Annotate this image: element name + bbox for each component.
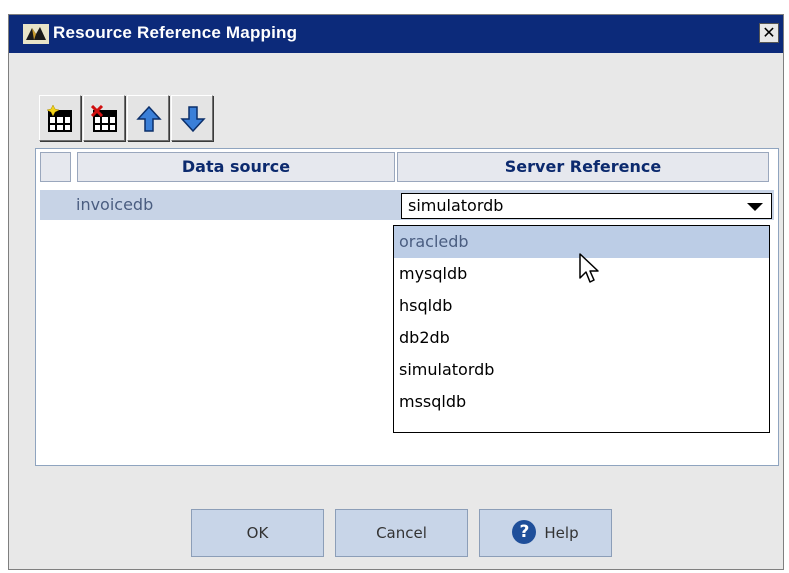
help-button-label: Help [544,524,579,542]
data-source-cell: invoicedb [76,195,154,214]
cancel-button[interactable]: Cancel [335,509,468,557]
help-button[interactable]: ? Help [479,509,612,557]
close-button[interactable]: ✕ [759,23,779,43]
resource-reference-mapping-dialog: Resource Reference Mapping ✕ Data source… [8,14,784,570]
add-row-icon [47,105,72,132]
dropdown-option-simulatordb[interactable]: simulatordb [394,354,769,386]
server-reference-value: simulatordb [408,196,504,215]
title-bar[interactable]: Resource Reference Mapping ✕ [9,15,783,53]
ok-button[interactable]: OK [191,509,324,557]
delete-row-icon [91,105,117,132]
add-row-button[interactable] [39,95,81,141]
move-up-icon [136,105,162,132]
move-down-icon [180,106,206,133]
dropdown-option-mssqldb[interactable]: mssqldb [394,386,769,418]
chevron-down-icon[interactable] [747,203,763,211]
column-header-server-reference[interactable]: Server Reference [397,152,769,182]
dropdown-option-hsqldb[interactable]: hsqldb [394,290,769,322]
mapping-app-icon [23,24,49,44]
server-reference-select[interactable]: simulatordb [401,193,772,219]
dropdown-option-db2db[interactable]: db2db [394,322,769,354]
column-header-data-source[interactable]: Data source [77,152,395,182]
move-up-button[interactable] [127,95,169,141]
delete-row-button[interactable] [83,95,125,141]
table-row[interactable]: invoicedb simulatordb [40,190,774,220]
help-icon: ? [512,520,537,544]
dialog-title: Resource Reference Mapping [53,23,298,42]
move-down-button[interactable] [171,95,213,141]
mouse-pointer-icon [579,253,599,283]
close-icon: ✕ [762,23,776,42]
column-header-selector[interactable] [40,152,71,182]
